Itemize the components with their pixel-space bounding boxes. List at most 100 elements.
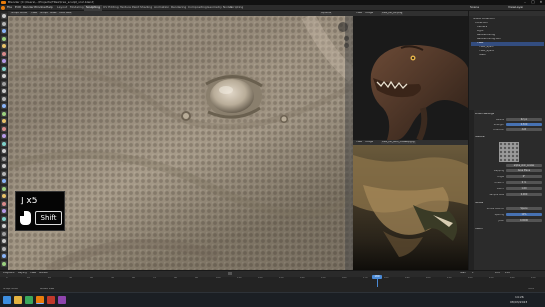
sculpt-tool-button[interactable]	[1, 200, 7, 207]
sculpt-tool-button[interactable]	[1, 43, 7, 49]
sculpt-tool-button[interactable]	[1, 13, 7, 19]
angle-label: Angle	[497, 176, 504, 178]
sculpt-tool-button[interactable]	[1, 133, 7, 139]
menu-view[interactable]: View	[30, 12, 39, 15]
frame-tick: 70	[153, 277, 157, 279]
sculpt-tool-button[interactable]	[1, 245, 7, 252]
sculpt-brush-icon	[2, 149, 6, 153]
section-brush-settings[interactable]: Brush Settings	[475, 113, 494, 116]
sculpt-tool-button[interactable]	[1, 260, 7, 267]
recording-app-icon[interactable]	[47, 296, 55, 304]
frame-tick: 0	[6, 277, 8, 279]
browser-icon[interactable]	[25, 296, 33, 304]
sculpt-tool-button[interactable]	[1, 88, 7, 94]
sculpt-tool-button[interactable]	[1, 223, 7, 229]
viewlayer-selector[interactable]: ViewLayer	[508, 6, 523, 9]
menu-render[interactable]: Render	[23, 6, 34, 9]
sculpt-viewport[interactable]	[8, 16, 353, 270]
sculpt-tool-button[interactable]	[1, 238, 7, 244]
zoom-icon[interactable]	[344, 36, 349, 41]
sculpt-tool-button[interactable]	[1, 148, 7, 154]
strength-field[interactable]: 0.500	[506, 123, 542, 126]
scene-selector[interactable]: Scene	[470, 6, 479, 9]
file-explorer-icon[interactable]	[14, 296, 22, 304]
mapping-field[interactable]: Area Plane	[506, 169, 542, 172]
sculpt-tool-button[interactable]	[1, 58, 7, 64]
sculpt-tool-button[interactable]	[1, 140, 7, 147]
sculpt-tool-button[interactable]	[1, 28, 7, 34]
sculpt-tool-button[interactable]	[1, 170, 7, 177]
sculpt-tool-button[interactable]	[1, 95, 7, 102]
sculpt-tool-button[interactable]	[1, 110, 7, 117]
offset-field[interactable]: 0 m	[506, 181, 542, 184]
pan-icon[interactable]	[344, 43, 349, 48]
section-falloff[interactable]: Falloff	[475, 228, 483, 231]
taskbar-date[interactable]: 08/03/2023	[510, 301, 527, 304]
outliner-row[interactable]: Teeth	[471, 54, 544, 58]
ref2-image-name[interactable]: trex_ref_skin_closeup.jpg	[381, 141, 416, 144]
sculpt-tool-button[interactable]	[1, 50, 7, 57]
properties-panel: Brush Settings Radius 62 px Strength 0.5…	[468, 110, 545, 270]
sculpt-tool-button[interactable]	[1, 65, 7, 72]
sculpt-tool-button[interactable]	[1, 215, 7, 222]
start-frame-field[interactable]: 1	[472, 272, 474, 275]
windows-start-icon[interactable]	[3, 296, 11, 304]
timeline-menu-keying[interactable]: Keying	[18, 272, 27, 275]
timeline-menu-playback[interactable]: Playback	[3, 272, 15, 275]
menu-edit[interactable]: Edit	[15, 6, 21, 9]
blender-logo-icon	[1, 1, 6, 4]
sculpt-tool-button[interactable]	[1, 35, 7, 42]
sculpt-tool-button[interactable]	[1, 118, 7, 124]
options-dropdown[interactable]: Options	[320, 12, 333, 15]
sculpt-brush-icon	[2, 51, 6, 56]
sculpt-tool-button[interactable]	[1, 193, 7, 199]
blender-taskbar-icon[interactable]	[36, 296, 44, 304]
section-stroke[interactable]: Stroke	[475, 202, 483, 205]
sculpt-tool-button[interactable]	[1, 253, 7, 259]
end-frame-field[interactable]: 250	[505, 272, 510, 275]
radius-field[interactable]: 62 px	[506, 118, 542, 121]
timeline-menu-marker[interactable]: Marker	[39, 272, 48, 275]
sculpt-tool-button[interactable]	[1, 103, 7, 109]
sculpt-tool-button[interactable]	[1, 178, 7, 184]
sculpt-tool-button[interactable]	[1, 230, 7, 237]
blender-menu-icon[interactable]	[1, 6, 5, 10]
taskbar-clock[interactable]: 14:26	[515, 296, 524, 299]
sample-bias-field[interactable]: 0.000	[506, 193, 542, 196]
jitter-field[interactable]: 0.0000	[506, 219, 542, 222]
menu-face-sets[interactable]: Face Sets	[58, 12, 73, 15]
mode-selector[interactable]: Sculpt Mode	[10, 12, 28, 15]
frame-tick: 150	[321, 277, 326, 279]
direction-field[interactable]: Add	[506, 128, 542, 131]
menu-file[interactable]: File	[7, 6, 12, 9]
timeline-menu-view[interactable]: View	[30, 272, 36, 275]
navigation-gizmo[interactable]	[338, 22, 348, 32]
sculpt-tool-button[interactable]	[1, 185, 7, 192]
sculpt-tool-button[interactable]	[1, 163, 7, 169]
sculpt-tool-button[interactable]	[1, 155, 7, 162]
ref1-image-name[interactable]: trex_ref_01.png	[381, 12, 404, 15]
play-button-icon[interactable]	[228, 272, 232, 275]
current-frame-indicator[interactable]: 180	[372, 275, 382, 279]
ref2-view-menu[interactable]: View	[356, 141, 362, 144]
menu-sculpt[interactable]: Sculpt	[39, 12, 50, 15]
sculpt-tool-button[interactable]	[1, 20, 7, 27]
size-field[interactable]: 1.00	[506, 187, 542, 190]
menu-help[interactable]: Help	[46, 6, 53, 9]
ref2-image-menu[interactable]: Image	[365, 141, 373, 144]
sculpt-tool-button[interactable]	[1, 80, 7, 87]
texture-preview-swatch[interactable]	[499, 142, 519, 162]
ref1-view-menu[interactable]: View	[356, 12, 362, 15]
section-texture[interactable]: Texture	[475, 136, 485, 139]
menu-mask[interactable]: Mask	[49, 12, 58, 15]
sculpt-tool-button[interactable]	[1, 125, 7, 132]
angle-field[interactable]: 0°	[506, 175, 542, 178]
sculpt-tool-button[interactable]	[1, 208, 7, 214]
sculpt-tool-button[interactable]	[1, 73, 7, 79]
spacing-field[interactable]: 10%	[506, 213, 542, 216]
ref1-image-menu[interactable]: Image	[365, 12, 373, 15]
app-icon[interactable]	[58, 296, 66, 304]
menu-window[interactable]: Window	[34, 6, 46, 9]
stroke-method-field[interactable]: Space	[506, 207, 542, 210]
texture-name-field[interactable]: alpha_skin_scales	[506, 164, 542, 167]
